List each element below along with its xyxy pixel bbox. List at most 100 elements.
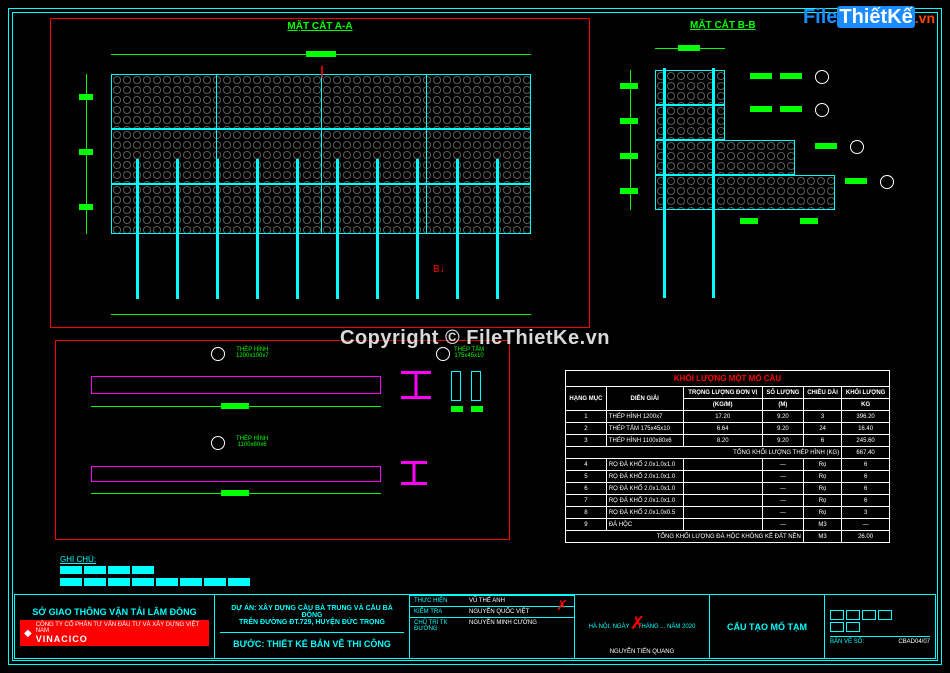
dim-bb-bot — [740, 218, 758, 224]
tb-project-cell: DỰ ÁN: XÂY DỰNG CẦU BÀ TRUNG VÀ CẦU BÀ Đ… — [215, 595, 410, 658]
dim-tick — [79, 149, 93, 155]
th-desc: DIỄN GIẢI — [606, 387, 683, 411]
steel-beam-plan-2 — [91, 466, 381, 482]
callout-3 — [850, 140, 864, 154]
dim-line-bottom — [111, 314, 531, 315]
dim-tick — [620, 153, 638, 159]
steel-beam-plan-1 — [91, 376, 381, 394]
tb-drawing-title: CẤU TẠO MỐ TẠM — [715, 622, 819, 632]
table-row: 4RỌ ĐÁ KHỔ 2.0x1.0x1.0—Rọ6 — [566, 459, 890, 471]
section-marker: ┃ — [319, 67, 325, 78]
callout-1 — [815, 70, 829, 84]
ibeam-section-1 — [401, 371, 431, 399]
tb-signer: NGUYỄN TIẾN QUANG — [575, 649, 709, 655]
tb-owner: SỞ GIAO THÔNG VẬN TẢI LÂM ĐỒNG — [20, 607, 209, 617]
callout-4 — [880, 175, 894, 189]
th-len: CHIỀU DÀI — [803, 387, 841, 399]
site-watermark-logo: FileThiếtKế.vn — [803, 6, 935, 29]
detail-label-2: THÉP HÌNH1100x80x6 — [236, 436, 268, 448]
steel-pile — [416, 159, 419, 299]
dim-bb-bot — [800, 218, 818, 224]
scale-indicator-2 — [830, 622, 930, 632]
total-row: TỔNG KHỐI LƯỢNG ĐÁ HỘC KHÔNG KỀ ĐẤT NỀNM… — [566, 531, 890, 543]
table-row: 3THÉP HÌNH 1100x80x68.209.206245.60 — [566, 435, 890, 447]
company-logo-icon: ◆ — [24, 628, 32, 639]
dim-tick — [79, 94, 93, 100]
signature-mark-1: ✗ — [556, 597, 568, 614]
sheet-no: CBAD04/07 — [898, 639, 930, 645]
detail-label-1: THÉP HÌNH1200x100x7 — [236, 347, 269, 359]
steel-pile — [296, 159, 299, 299]
steel-plate-1 — [451, 371, 461, 401]
table-row: 6RỌ ĐÁ KHỔ 2.0x1.0x1.0—Rọ6 — [566, 483, 890, 495]
note-line-1 — [60, 566, 252, 576]
gabion-divider — [321, 74, 322, 234]
scale-indicator — [830, 610, 930, 620]
tb-step: BƯỚC: THIẾT KẾ BẢN VẼ THI CÔNG — [220, 632, 404, 649]
notes-section: GHI CHÚ: — [60, 555, 252, 588]
steel-pile — [136, 159, 139, 299]
section-aa-view: MẶT CẮT A-A ┃ B↓ — [50, 18, 590, 328]
dim-tick — [79, 204, 93, 210]
steel-pile — [456, 159, 459, 299]
copyright-watermark: Copyright © FileThietKe.vn — [340, 327, 610, 350]
section-bb-view: MẶT CẮT B-B — [600, 18, 905, 328]
th-qty: SỐ LƯỢNG — [762, 387, 803, 399]
th-uw: TRỌNG LƯỢNG ĐƠN VỊ — [683, 387, 762, 399]
dim-beam-1-text — [221, 403, 249, 409]
steel-pile-bb — [663, 68, 666, 298]
tb-company-brand: VINACICO — [36, 634, 205, 644]
callout-dim — [750, 73, 772, 79]
detail-bubble-2 — [211, 436, 225, 450]
steel-details-view: THÉP HÌNH1200x100x7 THÉP TẤM175x45x10 TH… — [55, 340, 510, 540]
dim-tick — [620, 83, 638, 89]
callout-dim — [845, 178, 867, 184]
callout-dim — [780, 106, 802, 112]
dim-beam-2-text — [221, 490, 249, 496]
table-row: 8RỌ ĐÁ KHỔ 2.0x1.0x0.5—Rọ3 — [566, 507, 890, 519]
steel-pile — [256, 159, 259, 299]
dim-plate — [471, 406, 483, 412]
drawing-title-block: SỞ GIAO THÔNG VẬN TẢI LÂM ĐỒNG ◆ CÔNG TY… — [14, 594, 936, 659]
logo-file: File — [803, 6, 837, 28]
dim-tick — [620, 188, 638, 194]
note-line-2 — [60, 578, 252, 588]
dim-plate — [451, 406, 463, 412]
callout-dim — [780, 73, 802, 79]
steel-pile — [496, 159, 499, 299]
sheet-label: BẢN VẼ SỐ: — [830, 639, 864, 645]
table-row: 9ĐÁ HỘC—M3— — [566, 519, 890, 531]
steel-pile — [176, 159, 179, 299]
th-kg-sub: KG — [842, 399, 890, 411]
steel-pile-bb — [712, 68, 715, 298]
dim-bb-text — [678, 45, 700, 51]
logo-thietke: ThiếtKế — [837, 6, 914, 28]
quantity-table-area: KHỐI LƯỢNG MỘT MỐ CẦU HẠNG MỤC DIỄN GIẢI… — [565, 370, 890, 550]
logo-vn: .vn — [915, 10, 935, 26]
tb-company-line: CÔNG TY CỔ PHẦN TƯ VẤN ĐẦU TƯ VÀ XÂY DỰN… — [36, 622, 205, 634]
tb-owner-cell: SỞ GIAO THÔNG VẬN TẢI LÂM ĐỒNG ◆ CÔNG TY… — [15, 595, 215, 658]
callout-dim — [815, 143, 837, 149]
th-kl: KHỐI LƯỢNG — [842, 387, 890, 399]
th-stt: HẠNG MỤC — [566, 387, 607, 411]
tb-drawing-title-cell: CẤU TẠO MỐ TẠM — [710, 595, 825, 658]
tb-date-cell: HÀ NỘI, NGÀY ... THÁNG ... NĂM 2020 ✗ NG… — [575, 595, 710, 658]
section-bb-title: MẶT CẮT B-B — [690, 20, 756, 31]
table-row: 1THÉP HÌNH 1200x717.209.203396.20 — [566, 411, 890, 423]
table-row: 2THÉP TẤM 175x45x106.649.202416.40 — [566, 423, 890, 435]
gabion-divider — [426, 74, 427, 234]
tb-sheet-cell: BẢN VẼ SỐ: CBAD04/07 — [825, 595, 935, 658]
steel-pile — [216, 159, 219, 299]
section-marker-b: B↓ — [433, 264, 445, 275]
th-uw-sub: (KG/M) — [683, 399, 762, 411]
ibeam-section-2 — [401, 461, 427, 485]
quantity-table: KHỐI LƯỢNG MỘT MỐ CẦU HẠNG MỤC DIỄN GIẢI… — [565, 370, 890, 543]
dim-tick — [620, 118, 638, 124]
tb-roles-cell: THỰC HIỆNVŨ THẾ ANH KIỂM TRANGUYỄN QUỐC … — [410, 595, 575, 658]
detail-bubble-1 — [211, 347, 225, 361]
callout-dim — [750, 106, 772, 112]
steel-pile — [336, 159, 339, 299]
subtotal-row: TỔNG KHỐI LƯỢNG THÉP HÌNH (KG)667.40 — [566, 447, 890, 459]
gabion-bb-3 — [655, 140, 795, 175]
section-aa-title: MẶT CẮT A-A — [287, 21, 352, 32]
